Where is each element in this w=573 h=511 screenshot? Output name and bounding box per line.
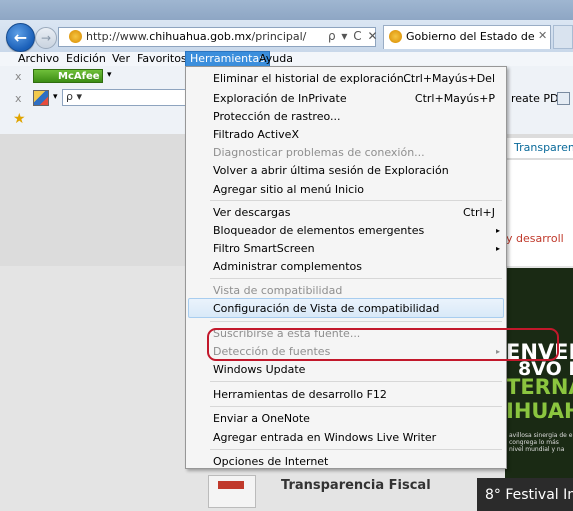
menu-item-clear-history[interactable]: Eliminar el historial de exploración... — [213, 72, 414, 85]
new-tab-button[interactable] — [553, 25, 573, 49]
forward-button[interactable]: → — [35, 27, 57, 49]
menu-item-diagnose-connection: Diagnosticar problemas de conexión... — [213, 146, 425, 159]
festival-title[interactable]: 8° Festival In — [485, 487, 573, 503]
menu-item-reopen-session[interactable]: Volver a abrir última sesión de Explorac… — [213, 164, 449, 177]
banner-line: IHUAH — [506, 399, 573, 423]
tab-close-icon[interactable]: ✕ — [538, 29, 547, 42]
menu-item-manage-addons[interactable]: Administrar complementos — [213, 260, 362, 273]
close-toolbar-icon[interactable]: x — [15, 92, 22, 105]
menu-item-view-downloads[interactable]: Ver descargas — [213, 206, 291, 219]
menu-item-add-to-start[interactable]: Agregar sitio al menú Inicio — [213, 183, 364, 196]
url-path: /principal/ — [251, 30, 307, 43]
fiscal-thumbnail-banner — [218, 481, 244, 489]
pdf-icon[interactable] — [557, 92, 570, 105]
menu-favoritos[interactable]: Favoritos — [137, 52, 187, 66]
menu-item-activex-filtering[interactable]: Filtrado ActiveX — [213, 128, 299, 141]
menu-separator — [210, 321, 502, 322]
pencil-icon[interactable] — [33, 90, 49, 106]
shortcut-label: Ctrl+Mayús+Del — [403, 72, 495, 85]
banner-line: TERNA — [506, 375, 573, 399]
chevron-down-icon[interactable]: ▾ — [53, 92, 58, 102]
fiscal-thumbnail[interactable] — [208, 475, 256, 508]
url-host: chihuahua.gob.mx — [149, 30, 252, 43]
menu-item-internet-options[interactable]: Opciones de Internet — [213, 455, 328, 468]
menu-herramientas[interactable]: Herramientas — [185, 51, 270, 67]
shortcut-label: Ctrl+J — [462, 206, 495, 219]
menu-ver[interactable]: Ver — [112, 52, 130, 66]
banner-small-text: avillosa sinergia de e congrega lo más n… — [509, 432, 573, 453]
tab-title: Gobierno del Estado de Chi... — [406, 30, 538, 43]
forward-arrow-icon: → — [40, 31, 52, 45]
shortcut-label: Ctrl+Mayús+P — [414, 92, 495, 105]
back-arrow-icon: ← — [13, 28, 28, 47]
chevron-down-icon[interactable]: ▾ — [107, 70, 112, 80]
page-red-text: y desarroll — [506, 232, 564, 245]
menu-ayuda[interactable]: Ayuda — [259, 52, 293, 66]
menu-item-compatibility-view: Vista de compatibilidad — [213, 284, 343, 297]
menu-item-compatibility-settings[interactable]: Configuración de Vista de compatibilidad — [213, 302, 439, 315]
url-prefix: http://www. — [86, 30, 150, 43]
menu-separator — [210, 381, 502, 382]
annotation-highlight-box — [207, 328, 559, 361]
menu-separator — [210, 449, 502, 450]
nav-link-transparencia[interactable]: Transparen — [514, 141, 573, 154]
submenu-arrow-icon: ▸ — [496, 244, 501, 253]
close-toolbar-icon[interactable]: x — [15, 70, 22, 83]
menu-archivo[interactable]: Archivo — [18, 52, 59, 66]
menu-item-tracking-protection[interactable]: Protección de rastreo... — [213, 110, 341, 123]
mcafee-button[interactable]: McAfee — [33, 69, 103, 83]
menu-item-popup-blocker[interactable]: Bloqueador de elementos emergentes — [213, 224, 424, 237]
menu-item-send-onenote[interactable]: Enviar a OneNote — [213, 412, 310, 425]
favorites-star-icon[interactable]: ★ — [13, 111, 26, 127]
submenu-arrow-icon: ▸ — [496, 226, 501, 235]
address-url[interactable]: http://www.chihuahua.gob.mx/principal/ — [86, 30, 306, 43]
window-title-bar — [0, 0, 573, 20]
menu-item-inprivate[interactable]: Exploración de InPrivate — [213, 92, 347, 105]
back-button[interactable]: ← — [6, 23, 35, 52]
menu-item-smartscreen[interactable]: Filtro SmartScreen — [213, 242, 315, 255]
search-icon[interactable]: ρ ▾ — [66, 90, 82, 103]
address-controls[interactable]: ρ ▾ C ✕ — [328, 29, 379, 43]
menu-separator — [210, 200, 502, 201]
menu-item-live-writer[interactable]: Agregar entrada en Windows Live Writer — [213, 431, 436, 444]
menu-item-f12-tools[interactable]: Herramientas de desarrollo F12 — [213, 388, 387, 401]
menu-separator — [210, 278, 502, 279]
site-favicon — [389, 30, 402, 43]
menu-separator — [210, 406, 502, 407]
address-favicon — [69, 30, 82, 43]
menu-item-windows-update[interactable]: Windows Update — [213, 363, 305, 376]
transparencia-fiscal-link[interactable]: Transparencia Fiscal — [281, 478, 431, 493]
menu-edicion[interactable]: Edición — [66, 52, 106, 66]
